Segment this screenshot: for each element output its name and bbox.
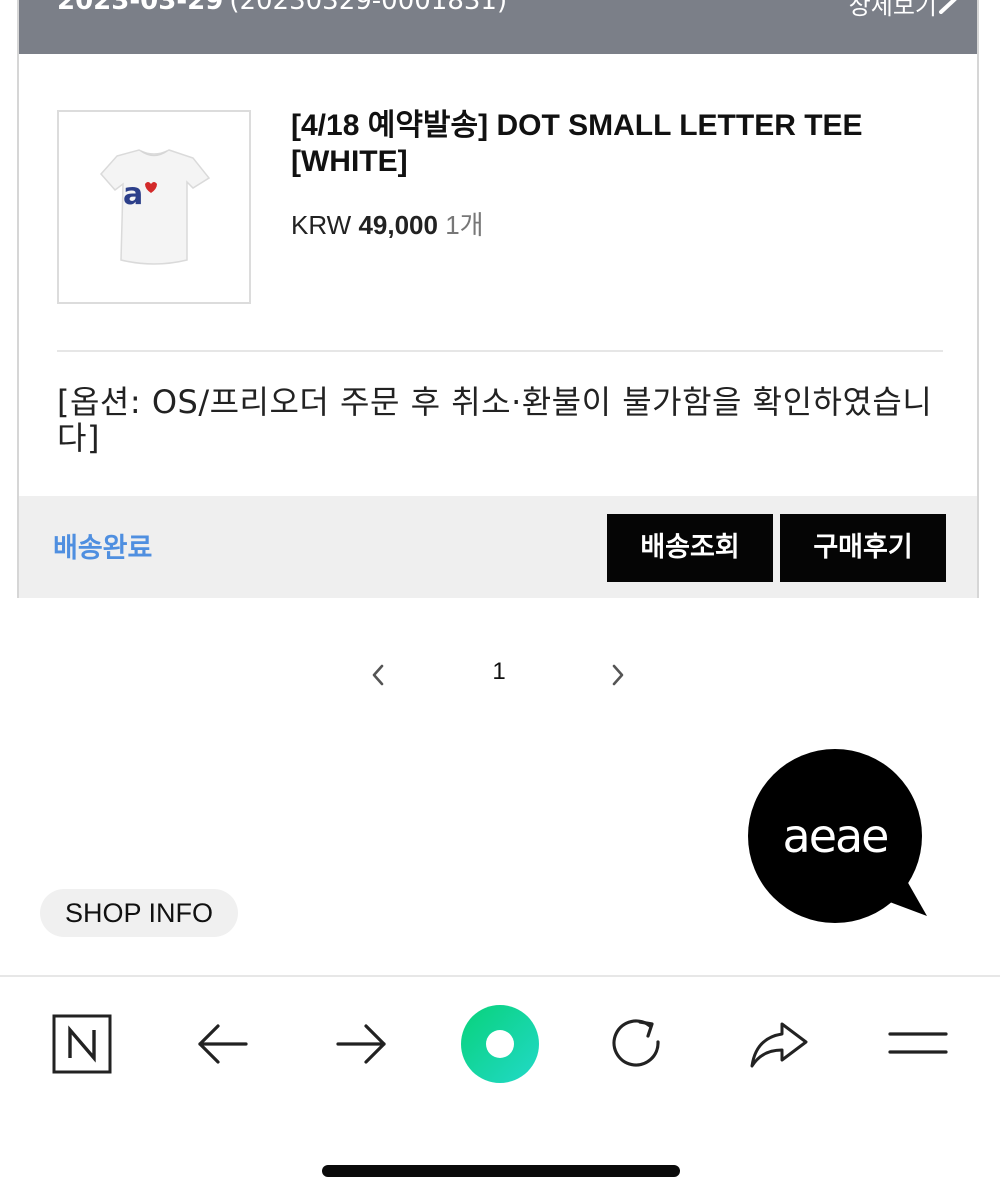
price-currency: KRW bbox=[291, 210, 352, 240]
order-footer: 배송완료 배송조회 구매후기 bbox=[19, 496, 977, 598]
product-thumbnail[interactable]: a bbox=[57, 110, 251, 304]
order-header[interactable]: 2023-03-29 (20230329-0001831) 상세보기 bbox=[19, 0, 977, 54]
forward-arrow-icon[interactable] bbox=[330, 1012, 394, 1076]
reload-icon[interactable] bbox=[606, 1012, 670, 1076]
order-detail-link[interactable]: 상세보기 bbox=[849, 0, 937, 21]
quantity: 1개 bbox=[445, 210, 484, 240]
order-date: 2023-03-29 (20230329-0001831) bbox=[57, 0, 507, 16]
track-delivery-button[interactable]: 배송조회 bbox=[607, 514, 773, 582]
order-date-value: 2023-03-29 bbox=[57, 0, 224, 16]
home-indicator[interactable] bbox=[322, 1165, 680, 1177]
price-line: KRW 49,000 1개 bbox=[291, 205, 484, 242]
tshirt-image: a bbox=[100, 149, 211, 265]
back-arrow-icon[interactable] bbox=[190, 1012, 254, 1076]
green-dot-icon[interactable] bbox=[458, 1002, 542, 1086]
tshirt-print-text: a bbox=[123, 177, 143, 212]
order-card: 2023-03-29 (20230329-0001831) 상세보기 a [4/1… bbox=[17, 0, 979, 598]
chevron-left-icon[interactable] bbox=[368, 662, 388, 688]
delivery-status: 배송완료 bbox=[53, 533, 153, 564]
write-review-button[interactable]: 구매후기 bbox=[780, 514, 946, 582]
brand-logo[interactable]: aeae bbox=[745, 748, 931, 924]
option-text: [옵션: OS/프리오더 주문 후 취소·환불이 불가함을 확인하였습니다] bbox=[57, 383, 933, 457]
menu-icon[interactable] bbox=[886, 1012, 950, 1076]
shop-info-button[interactable]: SHOP INFO bbox=[40, 889, 238, 937]
divider bbox=[57, 350, 943, 352]
product-name[interactable]: [4/18 예약발송] DOT SMALL LETTER TEE [WHITE] bbox=[291, 108, 911, 180]
price-value: 49,000 bbox=[358, 210, 438, 240]
share-icon[interactable] bbox=[746, 1012, 810, 1076]
naver-n-icon[interactable] bbox=[50, 1012, 114, 1076]
chevron-right-icon[interactable] bbox=[935, 0, 961, 14]
order-number: (20230329-0001831) bbox=[229, 0, 508, 16]
page-number[interactable]: 1 bbox=[482, 658, 516, 686]
toolbar-divider bbox=[0, 975, 1000, 977]
brand-logo-text: aeae bbox=[783, 809, 888, 863]
pagination: 1 bbox=[0, 650, 1000, 700]
chevron-right-icon[interactable] bbox=[608, 662, 628, 688]
